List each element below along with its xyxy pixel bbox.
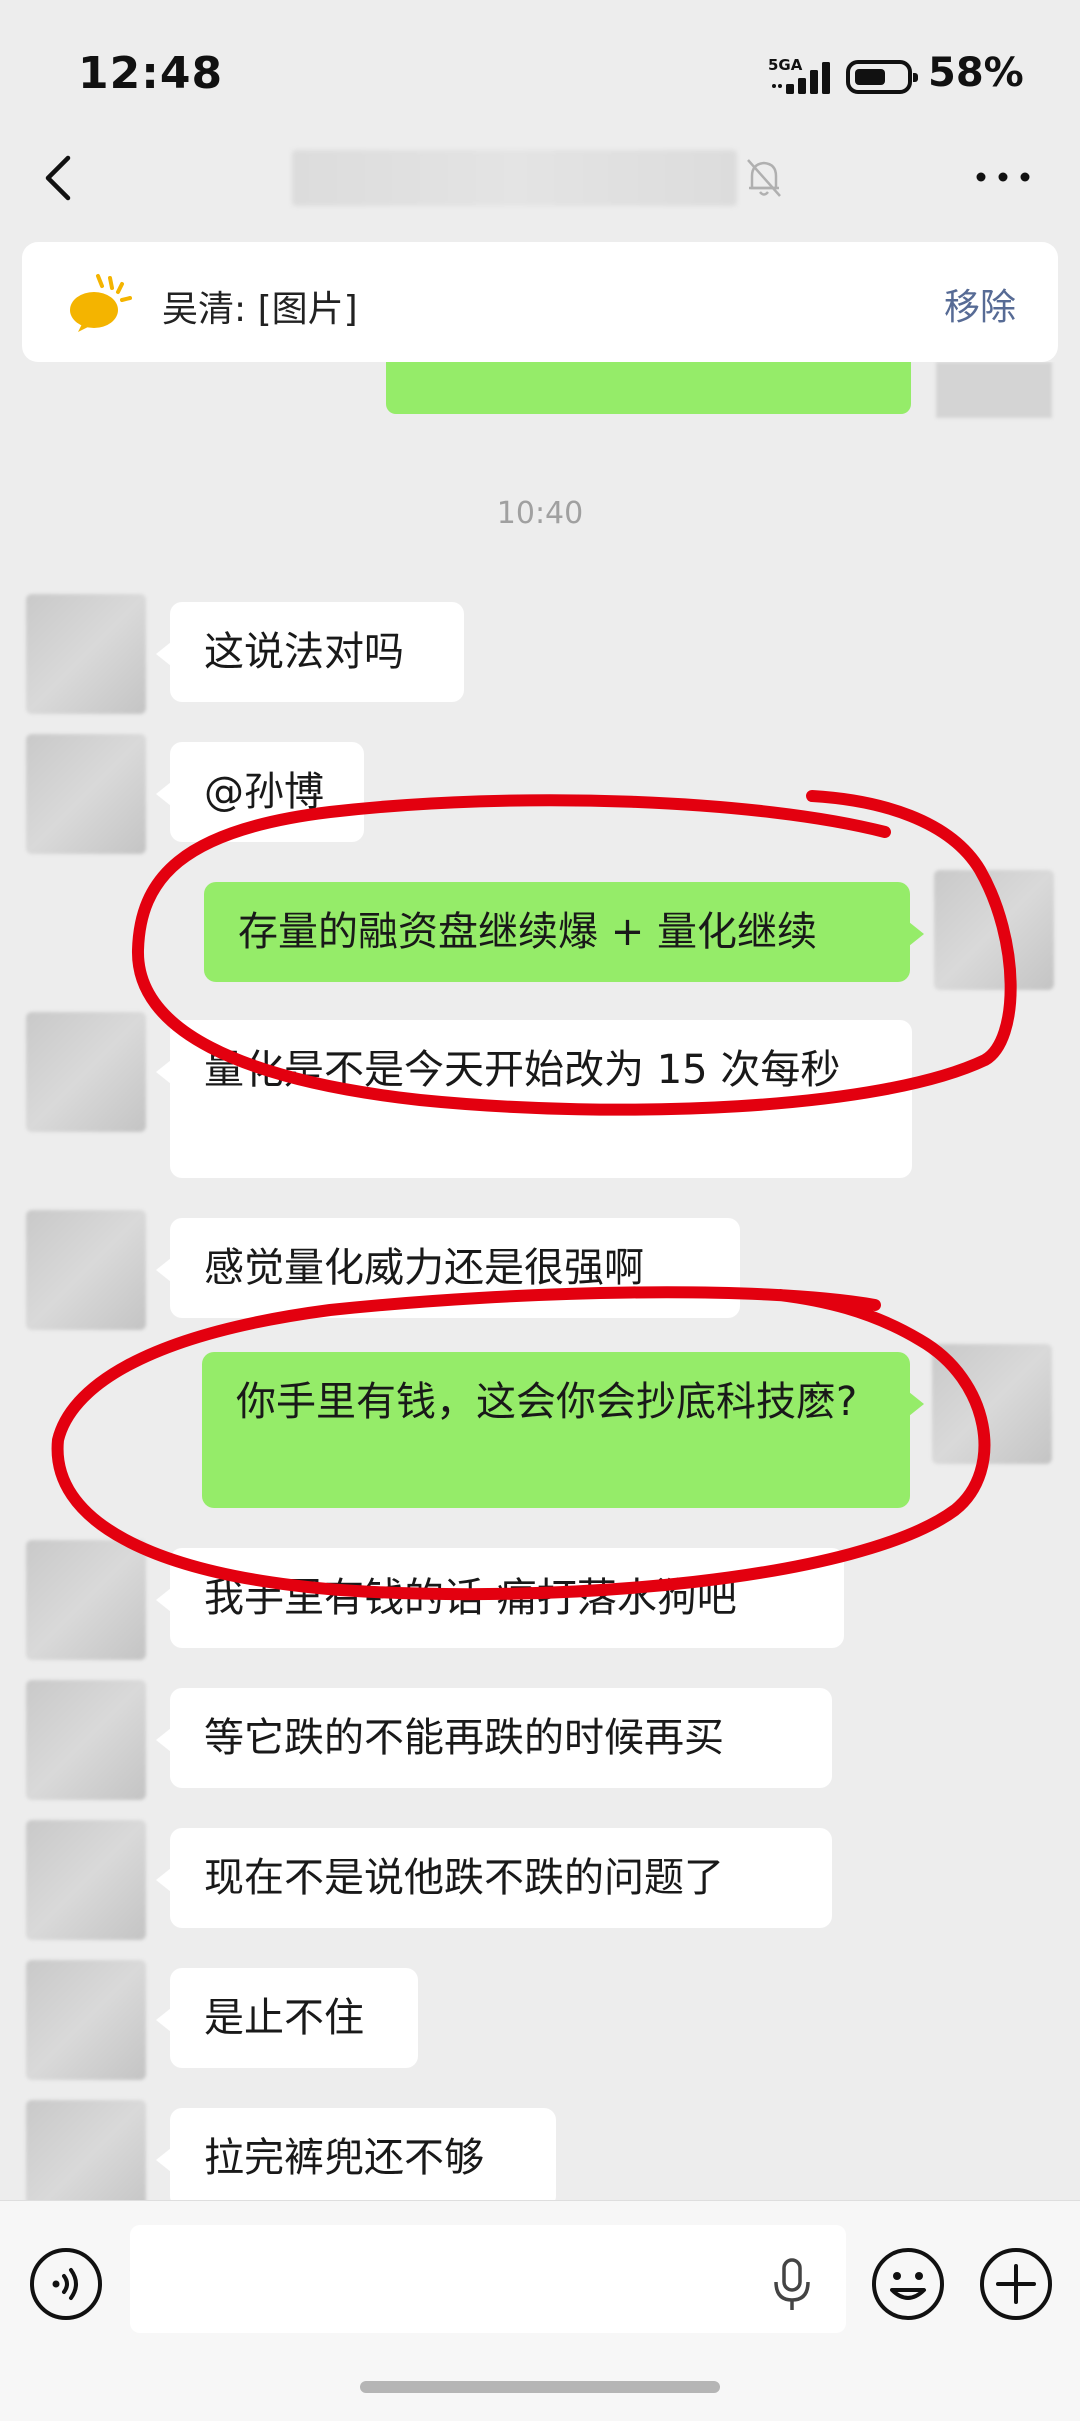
- sender-avatar[interactable]: [26, 2100, 146, 2200]
- my-avatar[interactable]: [932, 1344, 1052, 1464]
- sender-avatar[interactable]: [26, 1540, 146, 1660]
- smiley-icon[interactable]: [870, 2246, 946, 2322]
- message-timestamp: 10:40: [496, 496, 584, 531]
- message-bubble-incoming[interactable]: 我手里有钱的话 痛打落水狗吧: [156, 1548, 844, 1648]
- message-bubble-incoming[interactable]: 这说法对吗: [156, 602, 464, 702]
- message-bubble-incoming[interactable]: 等它跌的不能再跌的时候再买: [156, 1688, 832, 1788]
- chat-message-list[interactable]: 10:40 这说法对吗 @孙博 存量的融资盘继续爆 + 量化继续 量化是不是今天…: [0, 362, 1080, 2200]
- previous-message-bubble: [386, 362, 911, 414]
- home-indicator[interactable]: [360, 2381, 720, 2393]
- chevron-left-icon[interactable]: [40, 150, 80, 206]
- sender-avatar[interactable]: [26, 734, 146, 854]
- message-bubble-incoming[interactable]: 量化是不是今天开始改为 15 次每秒: [156, 1020, 912, 1178]
- chat-title: [292, 150, 737, 206]
- sun-chat-icon: [70, 274, 132, 332]
- sender-avatar[interactable]: [26, 594, 146, 714]
- remove-pinned-button[interactable]: 移除: [944, 278, 1016, 330]
- chat-input-bar: [0, 2200, 1080, 2421]
- microphone-icon[interactable]: [770, 2256, 814, 2312]
- message-bubble-incoming[interactable]: @孙博: [156, 742, 364, 842]
- signal-icon: [772, 62, 830, 94]
- pinned-message-banner[interactable]: 吴清: [图片] 移除: [22, 242, 1058, 362]
- message-bubble-incoming[interactable]: 感觉量化威力还是很强啊: [156, 1218, 740, 1318]
- sender-avatar[interactable]: [26, 1960, 146, 2080]
- sender-avatar[interactable]: [26, 1820, 146, 1940]
- sender-avatar[interactable]: [26, 1680, 146, 1800]
- message-bubble-outgoing[interactable]: 存量的融资盘继续爆 + 量化继续: [204, 882, 924, 982]
- voice-wave-icon[interactable]: [28, 2246, 104, 2322]
- plus-circle-icon[interactable]: [978, 2246, 1054, 2322]
- my-avatar[interactable]: [934, 870, 1054, 990]
- previous-message-avatar: [936, 362, 1052, 418]
- pinned-message-text: 吴清: [图片]: [162, 289, 358, 330]
- status-bar: 12:48 5GA 58%: [0, 0, 1080, 150]
- sender-avatar[interactable]: [26, 1012, 146, 1132]
- status-time: 12:48: [78, 48, 224, 99]
- message-bubble-incoming[interactable]: 拉完裤兜还不够: [156, 2108, 556, 2200]
- message-bubble-incoming[interactable]: 是止不住: [156, 1968, 418, 2068]
- battery-percent: 58%: [928, 50, 1024, 96]
- battery-icon: [846, 60, 918, 94]
- bell-off-icon: [747, 159, 781, 197]
- message-bubble-outgoing[interactable]: 你手里有钱，这会你会抄底科技麽?: [202, 1352, 924, 1508]
- message-bubble-incoming[interactable]: 现在不是说他跌不跌的问题了: [156, 1828, 832, 1928]
- message-input[interactable]: [130, 2225, 846, 2333]
- sender-avatar[interactable]: [26, 1210, 146, 1330]
- more-dots-icon[interactable]: [975, 165, 1031, 189]
